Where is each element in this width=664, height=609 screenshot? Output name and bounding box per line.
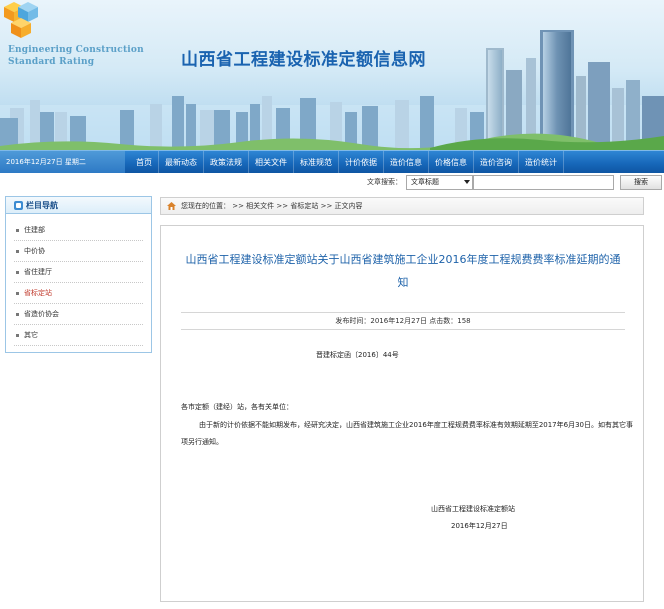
document-number: 晋建标定函〔2016〕44号 [316, 351, 399, 359]
sidebar-nav: 栏目导航 住建部 中价协 省住建厅 省标定站 省造价协会 其它 [5, 196, 152, 353]
nav-item-policies[interactable]: 政策法规 [204, 151, 249, 174]
nav-item-home[interactable]: 首页 [130, 151, 159, 174]
article-panel: 山西省工程建设标准定额站关于山西省建筑施工企业2016年度工程规费费率标准延期的… [160, 225, 644, 602]
article-body: 由于新的计价依据不能如期发布，经研究决定，山西省建筑施工企业2016年度工程规费… [181, 421, 633, 446]
sidebar-item-other[interactable]: 其它 [14, 325, 143, 346]
menu-icon [14, 201, 23, 210]
sidebar-list: 住建部 中价协 省住建厅 省标定站 省造价协会 其它 [6, 214, 151, 346]
sidebar-item-ministry[interactable]: 住建部 [14, 220, 143, 241]
nav-item-cost-statistics[interactable]: 造价统计 [519, 151, 564, 174]
chevron-down-icon [464, 180, 470, 184]
sidebar-item-cost-association[interactable]: 中价协 [14, 241, 143, 262]
main-nav-bar: 2016年12月27日 星期二 首页 最新动态 政策法规 相关文件 标准规范 计… [0, 150, 664, 174]
search-button[interactable]: 搜索 [620, 175, 662, 190]
article-title: 山西省工程建设标准定额站关于山西省建筑施工企业2016年度工程规费费率标准延期的… [185, 253, 621, 289]
signature-org: 山西省工程建设标准定额站 [431, 505, 515, 513]
home-icon [167, 202, 176, 210]
site-title: 山西省工程建设标准定额信息网 [181, 50, 426, 70]
breadcrumb: 您现在的位置： >> 相关文件 >> 省标定站 >> 正文内容 [160, 197, 644, 215]
logo-text: Engineering Construction Standard Rating [8, 45, 144, 67]
nav-item-cost-info[interactable]: 造价信息 [384, 151, 429, 174]
nav-item-pricing-basis[interactable]: 计价依据 [339, 151, 384, 174]
article-meta: 发布时间：2016年12月27日 点击数：158 [181, 312, 625, 330]
sidebar-item-provincial-cost-association[interactable]: 省造价协会 [14, 304, 143, 325]
search-input[interactable] [473, 175, 614, 190]
sidebar-header: 栏目导航 [6, 197, 151, 214]
nav-item-cost-consulting[interactable]: 造价咨询 [474, 151, 519, 174]
sidebar-title: 栏目导航 [26, 201, 58, 210]
city-skyline-illustration [0, 30, 664, 150]
nav-item-price-info[interactable]: 价格信息 [429, 151, 474, 174]
nav-item-standards[interactable]: 标准规范 [294, 151, 339, 174]
nav-item-documents[interactable]: 相关文件 [249, 151, 294, 174]
nav-menu: 首页 最新动态 政策法规 相关文件 标准规范 计价依据 造价信息 价格信息 造价… [130, 151, 564, 174]
article-salutation: 各市定额（建经）站，各有关单位： [181, 403, 293, 411]
nav-item-latest-news[interactable]: 最新动态 [159, 151, 204, 174]
sidebar-item-provincial-dept[interactable]: 省住建厅 [14, 262, 143, 283]
search-type-select[interactable]: 文章标题 [406, 175, 473, 190]
search-type-value: 文章标题 [411, 178, 439, 186]
sidebar-item-standards-station[interactable]: 省标定站 [14, 283, 143, 304]
logo-cubes-icon [4, 2, 38, 38]
signature-date: 2016年12月27日 [451, 522, 508, 530]
current-date: 2016年12月27日 星期二 [6, 158, 86, 166]
search-bar: 文章搜索： 文章标题 搜索 [0, 173, 664, 192]
search-label: 文章搜索： [367, 178, 402, 186]
breadcrumb-text: 您现在的位置： >> 相关文件 >> 省标定站 >> 正文内容 [181, 202, 363, 210]
header-banner: Engineering Construction Standard Rating… [0, 0, 664, 150]
